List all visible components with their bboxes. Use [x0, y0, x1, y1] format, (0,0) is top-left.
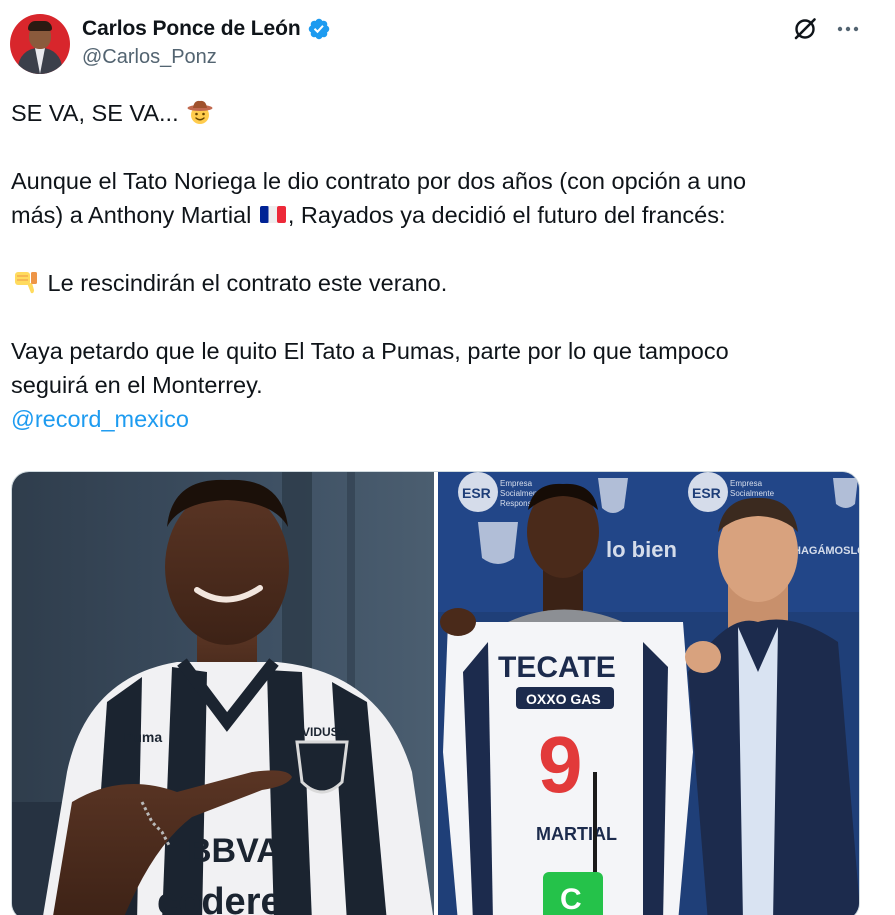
svg-text:Puma: Puma: [124, 729, 162, 745]
tweet-line: Aunque el Tato Noriega le dio contrato p…: [11, 164, 871, 198]
tweet-line: seguirá en el Monterrey.: [11, 368, 871, 402]
svg-text:HAGÁMOSLO b: HAGÁMOSLO b: [793, 544, 860, 557]
svg-text:Empresa: Empresa: [500, 479, 533, 488]
thumbs-down-icon: [15, 272, 37, 294]
svg-text:Empresa: Empresa: [730, 479, 763, 488]
svg-text:TECATE: TECATE: [498, 651, 616, 684]
media-grid: Puma VIDUSA BBVA codere ESR Empresa Soci…: [11, 471, 860, 915]
author-name-row: Carlos Ponce de León: [82, 15, 331, 43]
more-icon: [837, 26, 859, 32]
tweet-line: Vaya petardo que le quito El Tato a Puma…: [11, 334, 871, 368]
svg-text:C: C: [560, 883, 582, 915]
svg-text:VIDUSA: VIDUSA: [302, 725, 348, 739]
player-kit-image: Puma VIDUSA BBVA codere: [12, 472, 434, 915]
svg-text:BBVA: BBVA: [187, 832, 281, 870]
svg-text:ESR: ESR: [462, 485, 491, 501]
verified-badge-icon[interactable]: [307, 17, 331, 41]
author-handle[interactable]: @Carlos_Ponz: [82, 46, 217, 69]
svg-text:Socialmente: Socialmente: [730, 489, 775, 498]
presentation-image: ESR Empresa Socialmente Responsable ESR …: [438, 472, 860, 915]
tweet-line-text: seguirá en el Monterrey.: [11, 372, 263, 398]
tweet-line-text: más) a Anthony Martial: [11, 202, 252, 228]
tweet-text: SE VA, SE VA... Aunque el Tato Noriega l…: [11, 96, 871, 436]
grok-button[interactable]: [790, 14, 820, 44]
author-display-name[interactable]: Carlos Ponce de León: [82, 17, 301, 41]
photo-player-kit[interactable]: Puma VIDUSA BBVA codere: [12, 472, 434, 915]
cowboy-hat-face-icon: [187, 100, 213, 124]
tweet-line-text: Aunque el Tato Noriega le dio contrato p…: [11, 168, 747, 194]
svg-text:MARTIAL: MARTIAL: [536, 824, 617, 844]
tweet-line-text: Vaya petardo que le quito El Tato a Puma…: [11, 338, 729, 364]
grok-icon: [794, 18, 816, 40]
tweet-line: más) a Anthony Martial , Rayados ya deci…: [11, 198, 871, 232]
svg-text:codere: codere: [157, 881, 282, 915]
avatar[interactable]: [10, 14, 70, 74]
tweet: Carlos Ponce de León @Carlos_Ponz SE VA,…: [0, 0, 895, 915]
tweet-line-text: Le rescindirán el contrato este verano.: [47, 270, 448, 296]
tweet-line: SE VA, SE VA...: [11, 96, 871, 130]
svg-text:OXXO GAS: OXXO GAS: [526, 691, 601, 707]
tweet-line-text: , Rayados ya decidió el futuro del franc…: [287, 202, 726, 228]
mention-link[interactable]: @record_mexico: [11, 406, 189, 432]
tweet-line-text: SE VA, SE VA...: [11, 100, 179, 126]
svg-text:ESR: ESR: [692, 485, 721, 501]
svg-text:lo bien: lo bien: [606, 537, 677, 562]
more-options-button[interactable]: [833, 14, 863, 44]
svg-text:9: 9: [538, 720, 583, 809]
photo-presentation[interactable]: ESR Empresa Socialmente Responsable ESR …: [438, 472, 860, 915]
tweet-line: Le rescindirán el contrato este verano.: [11, 266, 871, 300]
tweet-line: @record_mexico: [11, 402, 871, 436]
avatar-hair: [28, 21, 52, 31]
france-flag-icon: [259, 206, 286, 223]
